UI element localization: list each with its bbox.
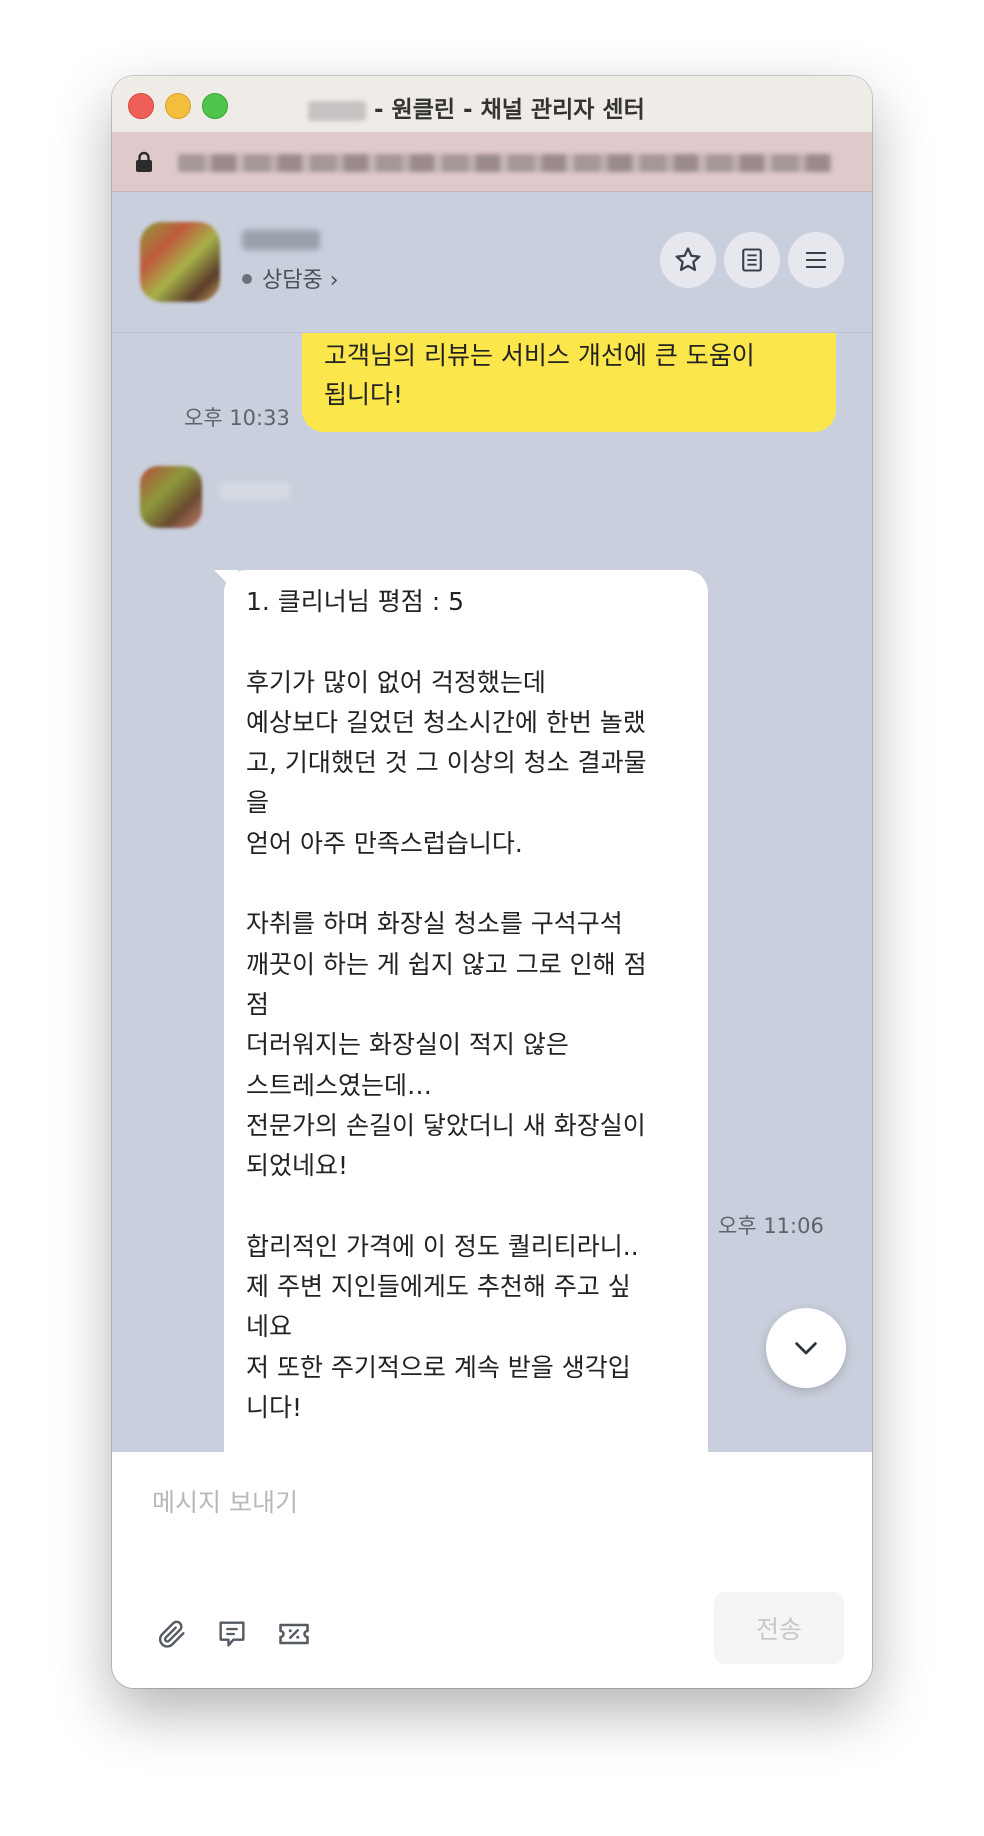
chevron-down-icon — [795, 1342, 817, 1355]
quick-reply-button[interactable] — [212, 1614, 252, 1654]
redacted-customer-name — [242, 230, 320, 250]
memo-button[interactable] — [724, 232, 780, 288]
received-message-bubble[interactable]: 1. 클리너님 평점 : 5 후기가 많이 없어 걱정했는데 예상보다 길었던 … — [224, 570, 708, 1452]
minimize-window-button[interactable] — [165, 93, 191, 119]
status-dot-icon — [242, 274, 252, 284]
menu-icon — [806, 251, 826, 269]
sent-message-text: 고객님의 리뷰는 서비스 개선에 큰 도움이 됩니다! — [324, 341, 755, 409]
consultation-status[interactable]: 상담중 › — [242, 262, 339, 294]
status-label: 상담중 › — [262, 268, 339, 293]
close-window-button[interactable] — [128, 93, 154, 119]
memo-icon — [742, 248, 762, 272]
lock-icon — [136, 151, 152, 172]
window-title-text: - 원클린 - 채널 관리자 센터 — [366, 97, 645, 123]
chat-area[interactable]: 상담중 › 고객님의 리뷰는 서비스 개선에 큰 도움이 됩니다! 오후 10:… — [112, 192, 872, 1452]
sender-avatar[interactable] — [140, 466, 202, 528]
coupon-icon — [279, 1623, 309, 1645]
sent-message-time: 오후 10:33 — [184, 406, 290, 430]
attach-file-button[interactable] — [152, 1614, 192, 1654]
title-bar: - 원클린 - 채널 관리자 센터 — [112, 76, 872, 133]
received-message-time: 오후 11:06 — [718, 1214, 824, 1238]
send-button[interactable]: 전송 — [714, 1592, 844, 1664]
redacted-sender-name — [220, 482, 290, 500]
window-title: - 원클린 - 채널 관리자 센터 — [308, 90, 708, 123]
received-message-text: 1. 클리너님 평점 : 5 후기가 많이 없어 걱정했는데 예상보다 길었던 … — [246, 587, 647, 1422]
paperclip-icon — [158, 1620, 185, 1648]
message-composer: 전송 — [112, 1452, 872, 1688]
favorite-button[interactable] — [660, 232, 716, 288]
zoom-window-button[interactable] — [202, 93, 228, 119]
scroll-to-bottom-button[interactable] — [766, 1308, 846, 1388]
chat-window: - 원클린 - 채널 관리자 센터 상담중 › 고객님의 리뷰는 서비스 개선에… — [112, 76, 872, 1688]
redacted-customer-name — [308, 100, 366, 121]
coupon-button[interactable] — [274, 1614, 314, 1654]
more-menu-button[interactable] — [788, 232, 844, 288]
star-icon — [675, 247, 701, 271]
message-input[interactable] — [152, 1472, 832, 1532]
customer-avatar[interactable] — [140, 222, 220, 302]
address-bar — [112, 133, 872, 192]
redacted-url — [178, 154, 832, 172]
chat-header: 상담중 › — [112, 192, 872, 333]
chat-bubble-icon — [219, 1621, 245, 1647]
